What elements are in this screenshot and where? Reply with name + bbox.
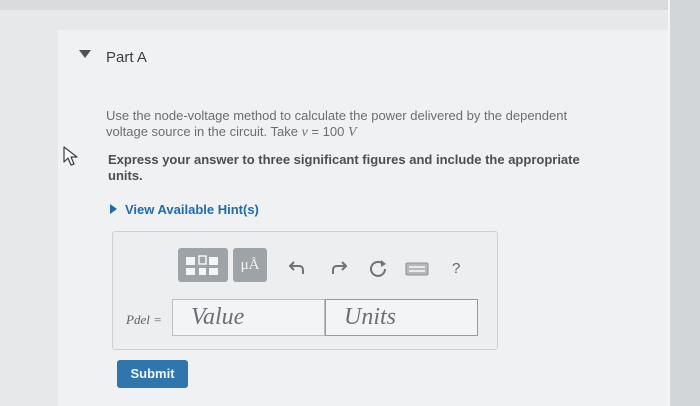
keyboard-icon[interactable] [405, 262, 429, 276]
submit-button[interactable]: Submit [117, 360, 188, 388]
undo-icon[interactable] [288, 258, 306, 276]
instruction-line-2: units. [108, 168, 143, 183]
units-field[interactable] [325, 299, 478, 336]
instruction-text: Express your answer to three significant… [108, 152, 628, 184]
units-input[interactable] [326, 300, 477, 335]
value-field[interactable] [172, 299, 325, 336]
value-input[interactable] [173, 300, 324, 335]
question-unit: V [347, 125, 357, 140]
units-button[interactable]: μÅ [233, 248, 267, 282]
mouse-cursor-icon [63, 146, 78, 166]
templates-icon [186, 255, 218, 275]
templates-button[interactable] [178, 248, 228, 282]
question-value: = 100 [307, 124, 348, 139]
redo-icon[interactable] [330, 258, 348, 276]
expand-triangle-icon [110, 204, 117, 214]
view-hints-link[interactable]: View Available Hint(s) [110, 202, 259, 217]
part-title[interactable]: Part A [106, 49, 147, 66]
reset-icon[interactable] [368, 258, 388, 278]
pdel-label: Pdel = [126, 312, 162, 327]
collapse-triangle-icon[interactable] [78, 48, 92, 60]
right-scrollbar-strip[interactable] [668, 0, 700, 406]
view-hints-label: View Available Hint(s) [125, 202, 259, 217]
question-line-2-prefix: voltage source in the circuit. Take [106, 124, 302, 139]
question-line-1: Use the node-voltage method to calculate… [106, 108, 568, 123]
top-bar [0, 0, 668, 10]
question-line-2: voltage source in the circuit. Take v = … [106, 124, 626, 141]
help-button[interactable]: ? [452, 260, 460, 277]
question-text: Use the node-voltage method to calculate… [106, 108, 626, 141]
instruction-line-1: Express your answer to three significant… [108, 152, 580, 167]
